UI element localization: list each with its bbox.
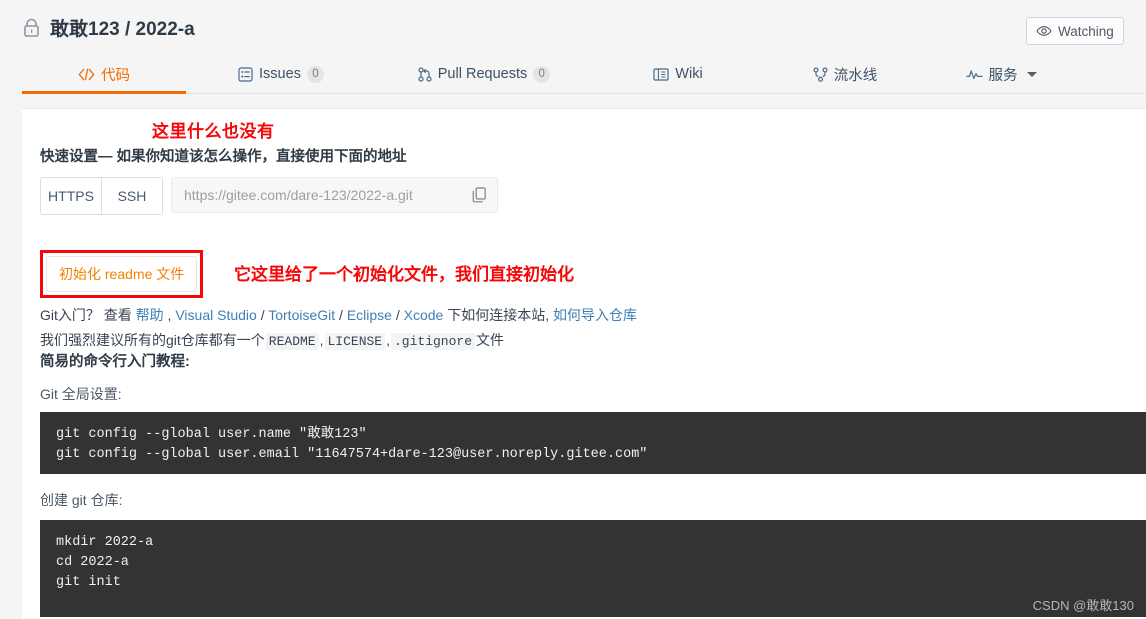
activity-icon xyxy=(965,68,983,81)
pr-count-badge: 0 xyxy=(533,65,551,83)
readme-tag: README xyxy=(265,333,319,350)
import-repo-link[interactable]: 如何导入仓库 xyxy=(553,307,637,323)
repo-title-text: 敢敢123 / 2022-a xyxy=(50,19,195,40)
recommend-prefix: 我们强烈建议所有的git仓库都有一个 xyxy=(40,332,265,348)
init-readme-button[interactable]: 初始化 readme 文件 xyxy=(46,256,198,292)
git-intro-lead: Git入门？ 查看 xyxy=(40,307,136,323)
tab-pipeline-label: 流水线 xyxy=(833,67,878,84)
code-brackets-icon xyxy=(78,68,95,81)
recommend-suffix: 文件 xyxy=(476,332,505,348)
create-repo-label: 创建 git 仓库: xyxy=(40,492,123,508)
recommend-files-line: 我们强烈建议所有的git仓库都有一个 README , LICENSE , .g… xyxy=(40,330,504,350)
eye-icon xyxy=(1036,25,1052,37)
tab-services-label: 服务 xyxy=(988,67,1018,84)
eclipse-link[interactable]: Eclipse xyxy=(347,307,392,323)
tab-wiki-label: Wiki xyxy=(675,66,703,82)
book-icon xyxy=(653,67,669,81)
xcode-link[interactable]: Xcode xyxy=(404,307,444,323)
visual-studio-link[interactable]: Visual Studio xyxy=(175,307,256,323)
recommend-comma-2: , xyxy=(386,332,390,348)
watching-label: Watching xyxy=(1058,23,1114,39)
clone-url-row: HTTPS SSH https://gitee.com/dare-123/202… xyxy=(40,177,498,215)
init-readme-annotation-box: 初始化 readme 文件 xyxy=(40,250,204,298)
license-tag: LICENSE xyxy=(324,333,386,350)
git-global-config-code: git config --global user.name "敢敢123" gi… xyxy=(40,412,1146,474)
help-link[interactable]: 帮助 xyxy=(136,307,164,323)
git-intro-slash-3: / xyxy=(391,307,404,323)
tab-services[interactable]: 服务 xyxy=(926,55,1076,93)
git-intro-sep-1: , xyxy=(163,307,176,323)
cli-tutorial-title: 简易的命令行入门教程: xyxy=(40,354,190,370)
page-title: 敢敢123 / 2022-a xyxy=(22,14,195,41)
tab-code-label: 代码 xyxy=(101,67,130,84)
watching-button[interactable]: Watching xyxy=(1026,17,1124,45)
pipeline-icon xyxy=(813,67,828,82)
quick-setup-heading: 快速设置— 如果你知道该怎么操作，直接使用下面的地址 xyxy=(40,149,407,165)
git-intro-line: Git入门？ 查看 帮助 , Visual Studio / TortoiseG… xyxy=(40,305,637,325)
recommend-comma-1: , xyxy=(319,332,324,348)
clone-url-text: https://gitee.com/dare-123/2022-a.git xyxy=(184,187,413,203)
clone-url-field[interactable]: https://gitee.com/dare-123/2022-a.git xyxy=(171,177,498,213)
tab-pull-requests[interactable]: Pull Requests 0 xyxy=(376,55,592,93)
git-global-config-label: Git 全局设置: xyxy=(40,386,122,402)
repo-empty-state-panel: 这里什么也没有 快速设置— 如果你知道该怎么操作，直接使用下面的地址 HTTPS… xyxy=(22,108,1146,619)
protocol-https-button[interactable]: HTTPS xyxy=(41,178,101,214)
pull-request-icon xyxy=(418,66,432,82)
lock-icon xyxy=(22,18,41,38)
tab-code[interactable]: 代码 xyxy=(22,55,186,94)
repo-header: 敢敢123 / 2022-a Watching xyxy=(0,0,1146,55)
tortoisegit-link[interactable]: TortoiseGit xyxy=(268,307,335,323)
csdn-watermark: CSDN @敢敢130 xyxy=(1032,598,1134,613)
gitignore-tag: .gitignore xyxy=(391,333,476,350)
tab-wiki[interactable]: Wiki xyxy=(592,55,764,93)
git-intro-slash-2: / xyxy=(335,307,347,323)
git-intro-slash-1: / xyxy=(256,307,269,323)
tab-pipeline[interactable]: 流水线 xyxy=(764,55,926,93)
protocol-switch: HTTPS SSH xyxy=(40,177,163,215)
git-intro-mid: 下如何连接本站, xyxy=(443,307,554,323)
issue-list-icon xyxy=(238,66,253,82)
issues-count-badge: 0 xyxy=(306,65,324,83)
annotation-init-note: 它这里给了一个初始化文件，我们直接初始化 xyxy=(234,265,574,284)
protocol-ssh-button[interactable]: SSH xyxy=(101,178,162,214)
tab-pr-label: Pull Requests xyxy=(437,66,528,82)
tab-issues[interactable]: Issues 0 xyxy=(186,55,376,93)
annotation-top-note: 这里什么也没有 xyxy=(152,122,275,141)
create-repo-code: mkdir 2022-a cd 2022-a git init xyxy=(40,520,1146,617)
tab-issues-label: Issues xyxy=(259,66,301,82)
repo-tabbar: 代码 Issues 0 Pull Requests 0 Wiki 流水线 服务 xyxy=(22,55,1146,94)
chevron-down-icon[interactable] xyxy=(1026,71,1037,77)
copy-icon[interactable] xyxy=(472,187,487,203)
